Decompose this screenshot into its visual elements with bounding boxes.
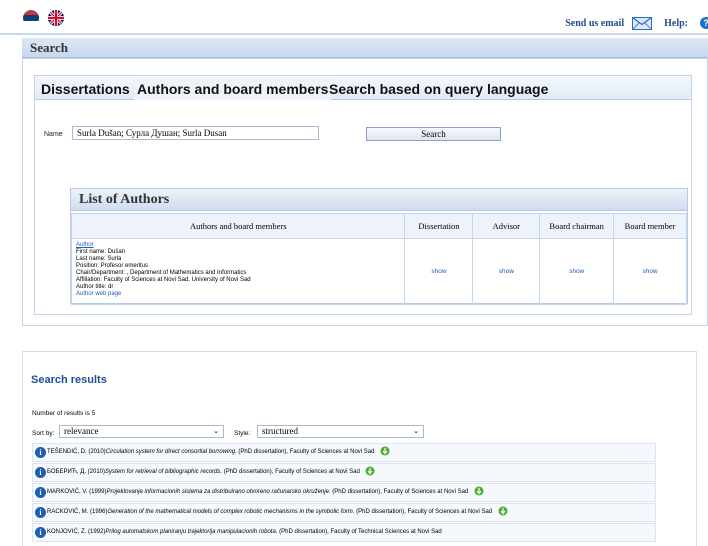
top-links: Send us email Help: ? xyxy=(565,16,708,30)
tab-authors-and-board-members[interactable]: Authors and board members xyxy=(134,79,332,100)
list-item: i KONJOVIĆ, Z. (1992)Prilog automatskom … xyxy=(32,523,656,542)
list-item: i RACKOVIĆ, M. (1996)Generation of the m… xyxy=(32,503,656,522)
authors-header: List of Authors xyxy=(71,189,687,211)
search-results-panel: Search results Number of results is 5 So… xyxy=(22,351,697,546)
download-icon[interactable] xyxy=(474,486,484,496)
table-row: Author First name: Dušan Last name: Surl… xyxy=(70,238,687,305)
result-details: . (PhD dissertation), Faculty of Science… xyxy=(352,509,493,515)
author-role-link[interactable]: Author xyxy=(76,242,400,249)
author-affiliation: Affiliation: Faculty of Sciences at Novi… xyxy=(76,277,251,283)
results-list: i TEŠENDIĆ, D. (2010)Circulation system … xyxy=(32,443,656,543)
result-author: KONJOVIĆ, Z. (1992) xyxy=(47,529,106,535)
style-select[interactable]: structured ⌄ xyxy=(257,425,424,438)
author-position: Position: Profesor emeritus xyxy=(76,263,149,269)
col-dissertation: Dissertation xyxy=(404,213,474,239)
download-icon[interactable] xyxy=(365,466,375,476)
results-title: Search results xyxy=(31,374,107,386)
info-icon[interactable]: i xyxy=(35,467,46,478)
search-panel: Dissertations Authors and board members … xyxy=(22,58,708,326)
result-details: . (PhD dissertation), Faculty of Technic… xyxy=(275,529,442,535)
tabs-container: Dissertations Authors and board members … xyxy=(34,75,692,315)
info-icon[interactable]: i xyxy=(35,487,46,498)
info-icon[interactable]: i xyxy=(35,447,46,458)
author-first-name: First name: Dušan xyxy=(76,249,126,255)
sort-label: Sort by: xyxy=(32,430,55,437)
col-advisor: Advisor xyxy=(472,213,541,239)
help-link[interactable]: Help: xyxy=(664,18,688,29)
envelope-icon[interactable] xyxy=(632,16,653,30)
result-details: . (PhD dissertation), Faculty of Science… xyxy=(220,469,360,475)
result-title[interactable]: System for retrieval of bibliographic re… xyxy=(105,469,220,475)
tab-dissertations[interactable]: Dissertations xyxy=(38,79,133,100)
list-of-authors: List of Authors Authors and board member… xyxy=(70,188,688,305)
table-header-row: Authors and board members Dissertation A… xyxy=(70,213,687,239)
name-input[interactable] xyxy=(72,126,319,140)
authors-title: List of Authors xyxy=(79,192,170,207)
download-icon[interactable] xyxy=(498,506,508,516)
sort-select[interactable]: relevance ⌄ xyxy=(59,425,224,438)
show-advisor-link[interactable]: show xyxy=(472,238,541,305)
show-board-member-link[interactable]: show xyxy=(613,238,687,305)
info-icon[interactable]: i xyxy=(35,527,46,538)
result-author: TEŠENDIĆ, D. (2010) xyxy=(47,449,106,455)
result-details: . (PhD dissertation), Faculty of Science… xyxy=(235,449,375,455)
tab-bar: Dissertations Authors and board members … xyxy=(35,76,691,100)
search-title: Search xyxy=(30,40,69,55)
search-header: Search xyxy=(22,38,708,58)
chevron-down-icon: ⌄ xyxy=(213,427,219,435)
info-icon[interactable]: i xyxy=(35,507,46,518)
help-icon[interactable]: ? xyxy=(700,17,708,29)
result-details: . (PhD dissertation), Faculty of Science… xyxy=(328,489,469,495)
result-title[interactable]: Projektovanje informacionih sistema za d… xyxy=(106,489,328,495)
chevron-down-icon: ⌄ xyxy=(413,427,419,435)
result-author: RACKOVIĆ, M. (1996) xyxy=(47,509,108,515)
list-item: i TEŠENDIĆ, D. (2010)Circulation system … xyxy=(32,443,656,462)
col-board-member: Board member xyxy=(613,213,687,239)
authors-table: Authors and board members Dissertation A… xyxy=(70,213,687,305)
serbian-flag-icon[interactable] xyxy=(23,10,39,26)
author-info-cell: Author First name: Dušan Last name: Surl… xyxy=(70,238,406,305)
results-count: Number of results is 5 xyxy=(32,410,96,417)
result-author: БОБЕРИЋ, Д. (2010) xyxy=(47,469,105,475)
list-item: i MARKOVIĆ, V. (1999)Projektovanje infor… xyxy=(32,483,656,502)
show-dissertation-link[interactable]: show xyxy=(404,238,474,305)
result-title[interactable]: Circulation system for direct consortial… xyxy=(106,449,235,455)
result-title[interactable]: Generation of the mathematical models of… xyxy=(107,509,352,515)
show-board-chairman-link[interactable]: show xyxy=(539,238,615,305)
tab-query-language[interactable]: Search based on query language xyxy=(326,79,551,100)
search-button[interactable]: Search xyxy=(366,127,501,141)
download-icon[interactable] xyxy=(380,446,390,456)
style-label: Style: xyxy=(234,430,251,437)
top-bar: Send us email Help: ? xyxy=(0,0,708,35)
author-title: Author title: dr xyxy=(76,284,114,290)
result-title[interactable]: Prilog automatskom planiranju trajektori… xyxy=(105,529,275,535)
send-email-link[interactable]: Send us email xyxy=(565,18,624,29)
author-last-name: Last name: Surla xyxy=(76,256,122,262)
col-authors: Authors and board members xyxy=(70,213,406,239)
sort-select-value: relevance xyxy=(64,426,99,436)
uk-flag-icon[interactable] xyxy=(48,10,64,26)
list-item: i БОБЕРИЋ, Д. (2010)System for retrieval… xyxy=(32,463,656,482)
author-chair: Chair/Department: , Department of Mathem… xyxy=(76,270,247,276)
author-web-page-link[interactable]: Author web page xyxy=(76,291,400,298)
result-author: MARKOVIĆ, V. (1999) xyxy=(47,489,107,495)
style-select-value: structured xyxy=(262,426,298,436)
col-board-chairman: Board chairman xyxy=(539,213,615,239)
name-label: Name xyxy=(44,131,63,138)
